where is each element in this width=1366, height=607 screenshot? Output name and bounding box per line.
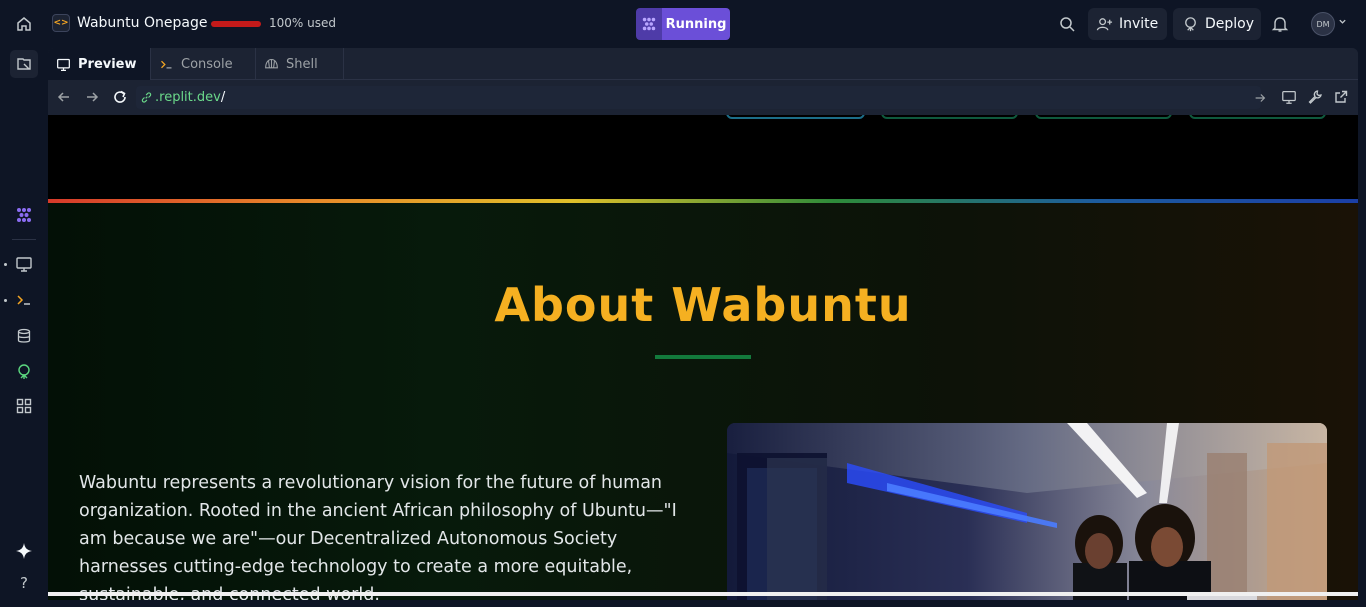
- running-button[interactable]: Running: [662, 8, 730, 40]
- wrench-icon[interactable]: [1307, 89, 1323, 105]
- device-preview-icon[interactable]: [1281, 89, 1297, 105]
- reload-icon[interactable]: [112, 89, 128, 105]
- back-arrow-icon[interactable]: [56, 89, 72, 105]
- search-icon[interactable]: [1058, 15, 1076, 33]
- about-image: [727, 423, 1327, 600]
- replit-agent-icon[interactable]: [11, 202, 37, 228]
- left-rail: ?: [0, 0, 48, 607]
- about-title: About Wabuntu: [494, 278, 912, 332]
- url-path: /: [220, 90, 226, 105]
- about-paragraph: Wabuntu represents a revolutionary visio…: [79, 473, 677, 600]
- database-icon[interactable]: [11, 323, 37, 349]
- help-icon[interactable]: ?: [11, 570, 37, 596]
- deploy-label: Deploy: [1205, 16, 1255, 32]
- tab-label: Console: [181, 56, 233, 72]
- app-title[interactable]: Wabuntu Onepage: [77, 15, 207, 31]
- chevron-down-icon[interactable]: [1338, 17, 1347, 29]
- tab-label: Shell: [286, 56, 318, 72]
- pane-tabs: Preview Console Shell: [48, 48, 1358, 80]
- hero-button[interactable]: [1035, 115, 1172, 119]
- apps-icon[interactable]: [11, 393, 37, 419]
- monitor-icon: [57, 58, 70, 71]
- avatar[interactable]: DM: [1311, 12, 1335, 36]
- open-indicator: [4, 263, 7, 266]
- forward-arrow-icon[interactable]: [84, 89, 100, 105]
- preview-icon[interactable]: [11, 251, 37, 277]
- top-bar: <> Wabuntu Onepage 100% used Running Inv…: [48, 0, 1366, 48]
- horizontal-scrollbar[interactable]: [48, 592, 1358, 596]
- deploy-button[interactable]: Deploy: [1173, 8, 1261, 40]
- app-code-icon[interactable]: <>: [52, 14, 70, 32]
- tab-console[interactable]: Console: [151, 48, 256, 80]
- open-external-icon[interactable]: [1333, 89, 1349, 105]
- link-icon: [141, 92, 152, 103]
- terminal-icon: [161, 60, 172, 68]
- deploy-icon: [1185, 16, 1196, 31]
- usage-label: 100% used: [269, 16, 336, 30]
- usage-bar: [211, 21, 261, 27]
- tab-label: Preview: [78, 56, 137, 72]
- open-indicator: [4, 299, 7, 302]
- url-bar: .replit.dev /: [48, 80, 1358, 115]
- invite-label: Invite: [1119, 16, 1159, 32]
- hero-button[interactable]: [881, 115, 1018, 119]
- preview-pane: Preview Console Shell .replit.dev / Abou…: [48, 48, 1358, 600]
- tab-shell[interactable]: Shell: [256, 48, 344, 80]
- hero-button[interactable]: [726, 115, 865, 119]
- add-user-icon: [1096, 17, 1113, 30]
- about-section: About Wabuntu Wabuntu represents a revol…: [48, 203, 1358, 600]
- shell-icon: [265, 58, 278, 68]
- hero-button[interactable]: [1189, 115, 1326, 119]
- url-host: .replit.dev: [155, 90, 221, 105]
- deploy-icon[interactable]: [11, 359, 37, 385]
- url-input[interactable]: .replit.dev /: [136, 86, 1261, 109]
- run-agent-icon[interactable]: [636, 8, 662, 40]
- web-preview: About Wabuntu Wabuntu represents a revol…: [48, 115, 1358, 600]
- rail-divider: [12, 239, 36, 240]
- invite-button[interactable]: Invite: [1088, 8, 1167, 40]
- tab-preview[interactable]: Preview: [48, 48, 151, 80]
- console-icon[interactable]: [11, 287, 37, 313]
- usage-bar-fill: [211, 21, 261, 27]
- files-icon[interactable]: [10, 50, 38, 78]
- home-icon[interactable]: [11, 11, 37, 37]
- ai-sparkle-icon[interactable]: [11, 538, 37, 564]
- title-underline: [655, 355, 751, 359]
- bell-icon[interactable]: [1271, 15, 1289, 33]
- go-arrow-icon[interactable]: [1253, 90, 1267, 104]
